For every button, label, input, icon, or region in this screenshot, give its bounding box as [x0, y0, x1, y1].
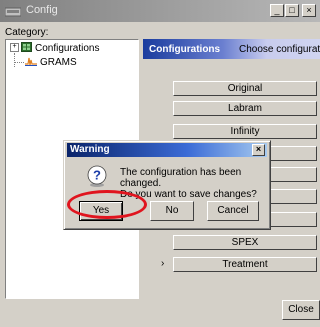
tree-item-label: GRAMS	[40, 57, 77, 68]
tree-connector	[14, 53, 16, 67]
tree-item-label: Configurations	[35, 43, 100, 54]
tree-connector	[15, 62, 24, 64]
title-bar[interactable]: Config _ □ ×	[0, 0, 320, 22]
chevron-right-icon: ›	[161, 258, 165, 269]
config-window: Config _ □ × Category: + Configurations …	[0, 0, 320, 327]
config-button-spex[interactable]: SPEX	[173, 235, 317, 250]
dialog-message: The configuration has been changed. Do y…	[120, 167, 270, 200]
maximize-button[interactable]: □	[285, 4, 299, 17]
waveform-icon	[25, 57, 37, 66]
question-icon: ?	[87, 165, 107, 187]
dialog-title-bar[interactable]: Warning ×	[67, 143, 267, 157]
config-button-original[interactable]: Original	[173, 81, 317, 96]
config-button-infinity[interactable]: Infinity	[173, 124, 317, 139]
config-button-treatment[interactable]: Treatment	[173, 257, 317, 272]
config-button-labram[interactable]: Labram	[173, 101, 317, 116]
category-label: Category:	[5, 27, 49, 38]
cancel-button[interactable]: Cancel	[207, 201, 259, 221]
grid-icon	[21, 42, 32, 52]
expand-toggle[interactable]: +	[10, 43, 19, 52]
panel-subtitle: Choose configuratio	[239, 44, 320, 55]
dialog-message-line: The configuration has been changed.	[120, 167, 242, 189]
panel-header: Configurations Choose configuratio	[143, 39, 320, 59]
minimize-button[interactable]: _	[270, 4, 284, 17]
panel-title: Configurations	[149, 44, 221, 55]
dialog-close-button[interactable]: ×	[252, 144, 265, 156]
close-button[interactable]: Close	[282, 300, 320, 320]
tree-item-grams[interactable]: GRAMS	[25, 56, 77, 68]
close-window-button[interactable]: ×	[302, 4, 316, 17]
dialog-title: Warning	[70, 144, 110, 155]
no-button[interactable]: No	[150, 201, 194, 221]
window-title: Config	[26, 4, 58, 16]
highlight-circle	[67, 190, 147, 219]
svg-text:?: ?	[93, 168, 101, 183]
tree-item-configurations[interactable]: Configurations	[21, 42, 99, 54]
app-icon	[5, 7, 21, 17]
